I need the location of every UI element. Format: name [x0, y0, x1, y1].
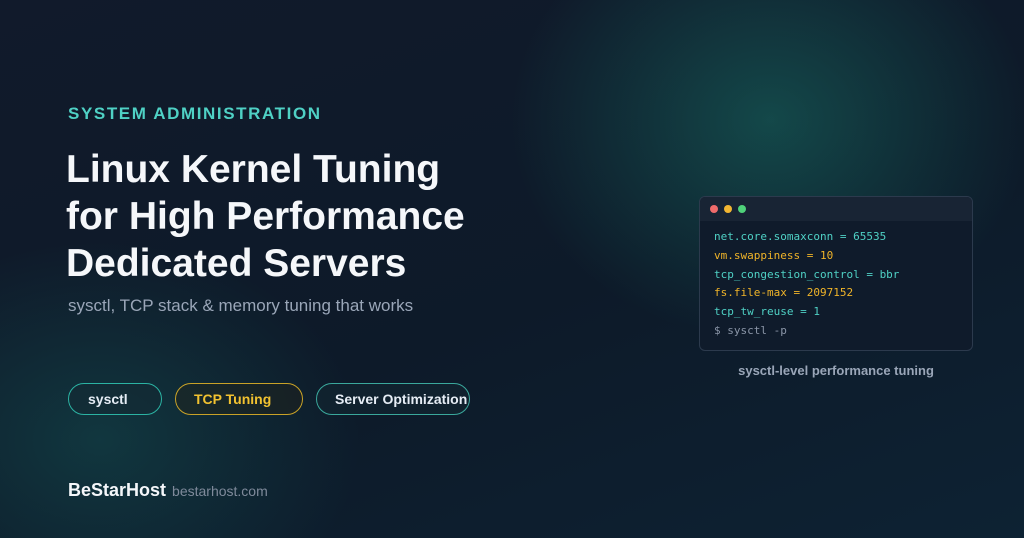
title-line: Linux Kernel Tuning — [66, 148, 441, 191]
page-title: Linux Kernel Tuning for High Performance… — [66, 146, 586, 287]
brand: BeStarHost bestarhost.com — [68, 480, 268, 501]
subtitle: sysctl, TCP stack & memory tuning that w… — [68, 296, 414, 315]
brand-url: bestarhost.com — [172, 483, 268, 499]
category-label: SYSTEM ADMINISTRATION — [68, 104, 322, 123]
terminal-line: vm.swappiness = 10 — [714, 248, 834, 262]
tag-tcp-tuning[interactable]: TCP Tuning — [175, 383, 303, 415]
terminal-caption: sysctl-level performance tuning — [738, 363, 934, 378]
terminal-prompt-line: $ sysctl -p — [714, 323, 787, 337]
title-line: for High Performance — [66, 195, 465, 238]
minimize-dot-icon — [724, 205, 732, 213]
tag-sysctl[interactable]: sysctl — [68, 383, 162, 415]
tag-list: sysctl TCP Tuning Server Optimization — [68, 383, 470, 415]
terminal-line: tcp_congestion_control = bbr — [714, 267, 900, 281]
terminal-title-bar — [700, 197, 972, 221]
terminal-line: net.core.somaxconn = 65535 — [714, 230, 887, 243]
terminal-body: net.core.somaxconn = 65535 vm.swappiness… — [700, 221, 972, 341]
tag-server-optimization[interactable]: Server Optimization — [316, 383, 470, 415]
title-line: Dedicated Servers — [66, 242, 407, 285]
terminal-window: net.core.somaxconn = 65535 vm.swappiness… — [699, 196, 973, 351]
maximize-dot-icon — [738, 205, 746, 213]
terminal-line: fs.file-max = 2097152 — [714, 286, 854, 300]
terminal-line: tcp_tw_reuse = 1 — [714, 305, 820, 319]
brand-name: BeStarHost — [68, 480, 167, 500]
close-dot-icon — [710, 205, 718, 213]
